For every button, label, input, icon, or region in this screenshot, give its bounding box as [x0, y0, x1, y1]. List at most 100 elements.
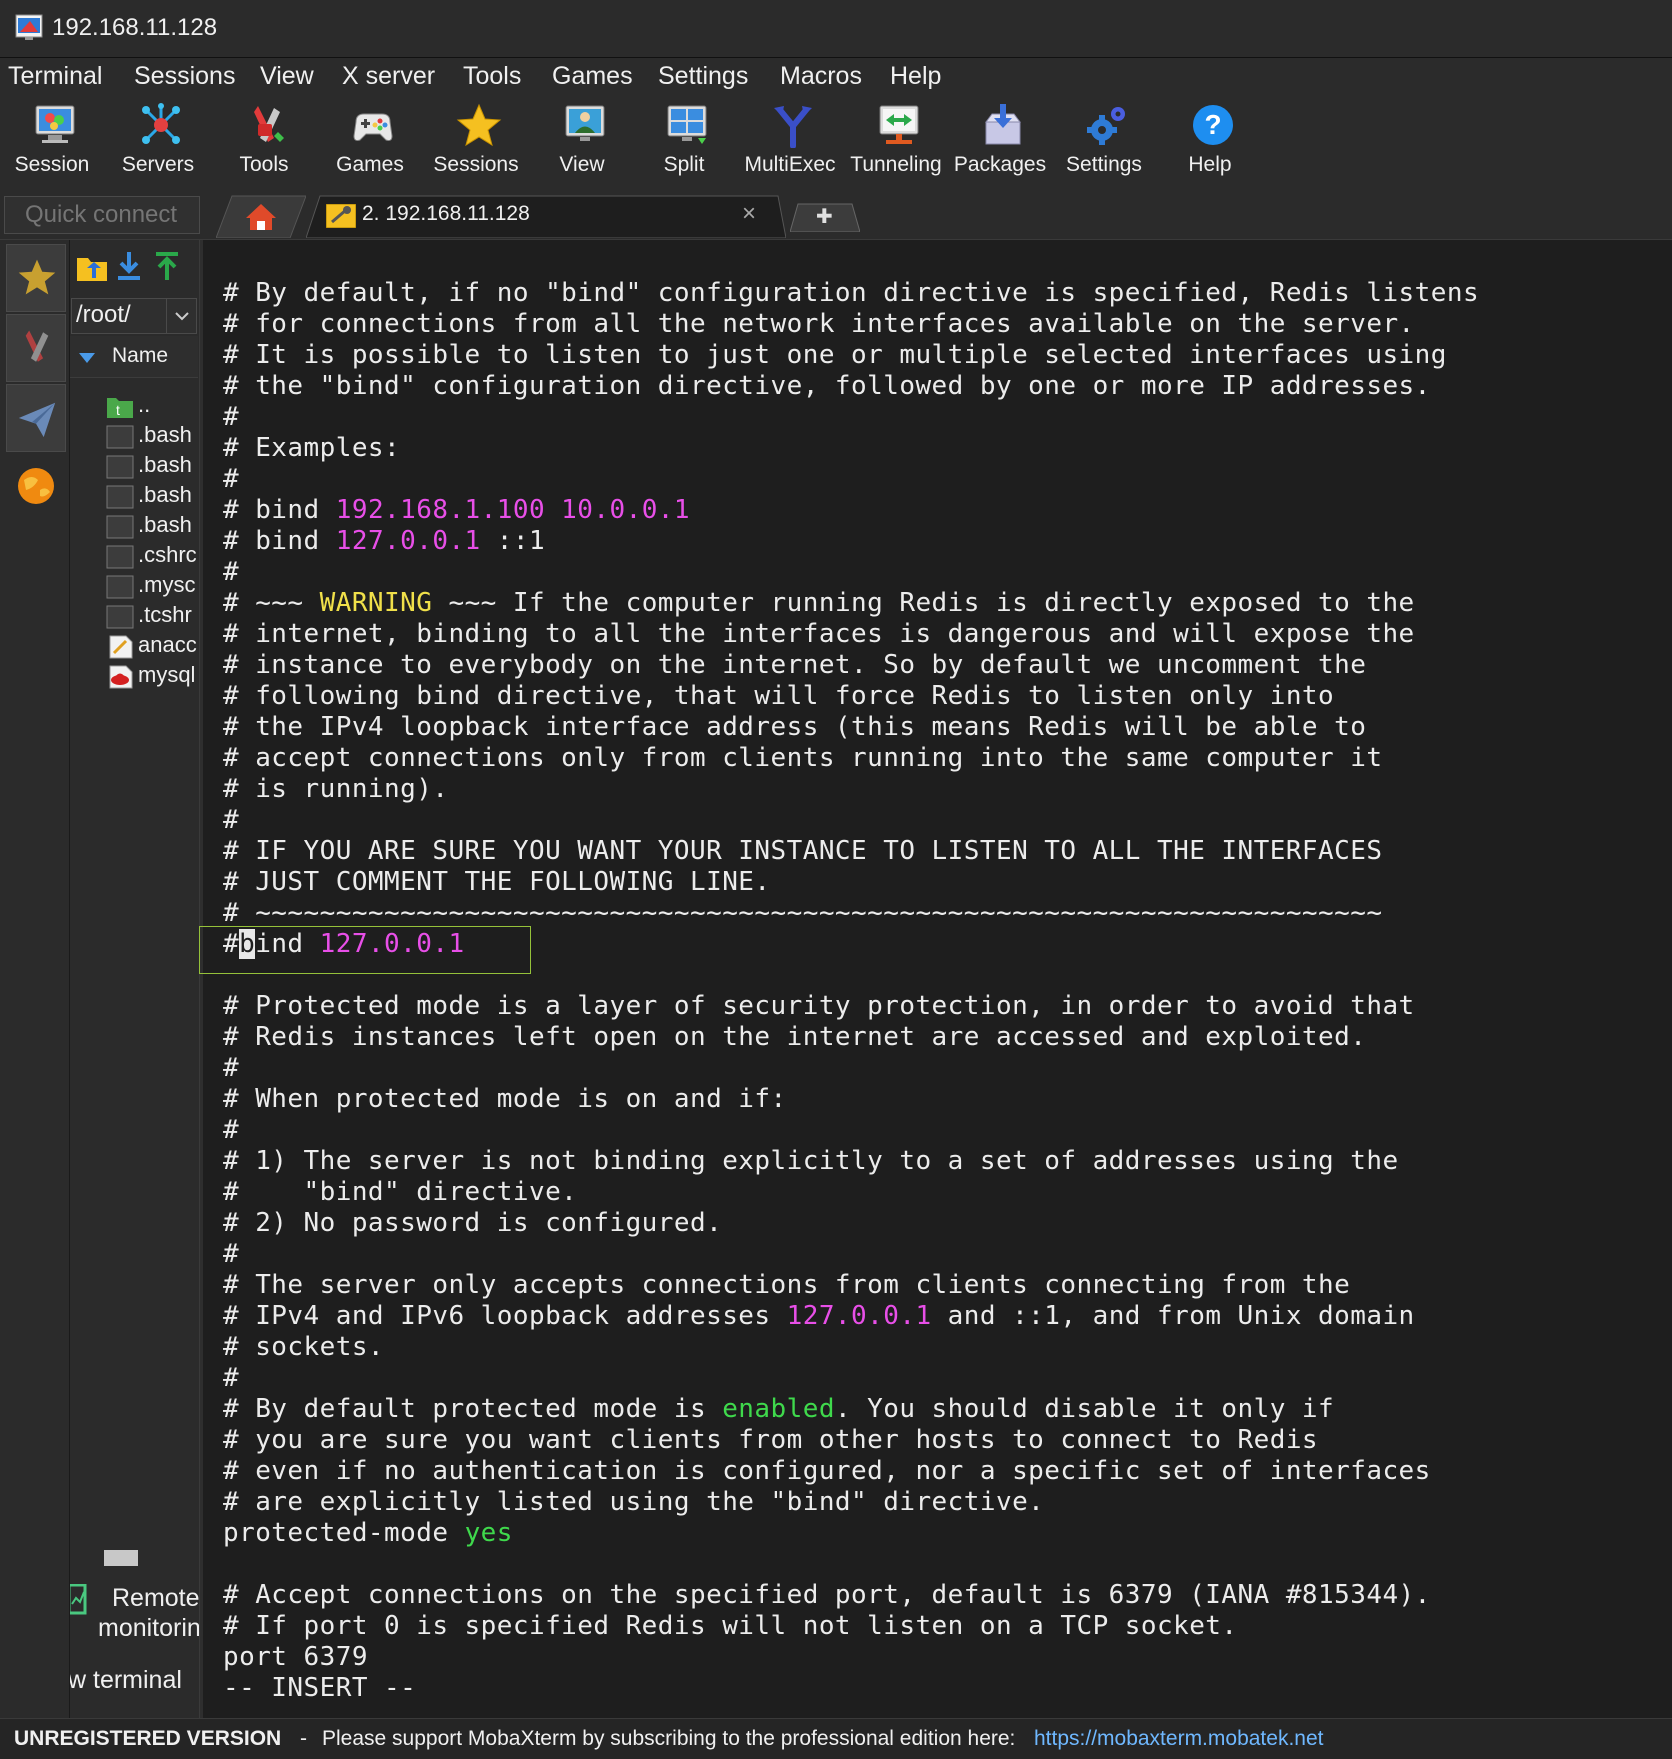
view-button[interactable]: View — [532, 98, 632, 188]
monitor-indicator-icon — [104, 1550, 138, 1566]
file-name: mysql — [138, 662, 196, 687]
file-list-item[interactable]: mysql — [106, 662, 199, 692]
packages-button[interactable]: Packages — [950, 98, 1050, 188]
tools-sidebar-button[interactable] — [6, 314, 66, 382]
terminal-line: # Accept connections on the specified po… — [223, 1580, 1479, 1611]
terminal-text-segment: # — [223, 1053, 240, 1083]
quick-connect-input[interactable] — [4, 196, 200, 234]
menu-settings[interactable]: Settings — [658, 62, 748, 91]
tab-session-192-168-11-128[interactable]: 2. 192.168.11.128 × — [306, 194, 786, 238]
file-list-item[interactable]: .bash — [106, 512, 199, 542]
sftp-file-browser: /root/ Name t .. .bash .bash .bash .bash… — [70, 240, 200, 1718]
terminal-text-segment: # are explicitly listed using the "bind"… — [223, 1487, 1045, 1517]
new-tab-button[interactable]: ✚ — [790, 202, 860, 232]
terminal-text-segment: # is running). — [223, 774, 449, 804]
terminal-line: # JUST COMMENT THE FOLLOWING LINE. — [223, 867, 1479, 898]
path-dropdown-chevron-icon[interactable] — [166, 299, 196, 333]
sort-caret-down-icon — [79, 353, 95, 363]
terminal-text-segment: # — [223, 805, 240, 835]
file-list-item[interactable]: .mysc — [106, 572, 199, 602]
sessions-sidebar-button[interactable] — [6, 244, 66, 312]
follow-terminal-folder-label[interactable]: w terminal — [70, 1666, 182, 1695]
title-bar: 192.168.11.128 — [0, 0, 1672, 58]
tunneling-button[interactable]: Tunneling — [846, 98, 946, 188]
sessions-button[interactable]: Sessions — [426, 98, 526, 188]
help-button[interactable]: ? Help — [1160, 98, 1260, 188]
session-icon — [35, 105, 75, 143]
menu-tools[interactable]: Tools — [463, 62, 521, 91]
plus-icon: ✚ — [816, 206, 833, 228]
terminal-line: # 2) No password is configured. — [223, 1208, 1479, 1239]
terminal-text-segment: . You should disable it only if — [834, 1394, 1335, 1424]
upload-icon[interactable] — [154, 250, 180, 282]
terminal-line: protected-mode yes — [223, 1518, 1479, 1549]
menu-sessions[interactable]: Sessions — [134, 62, 235, 91]
file-icon — [106, 485, 134, 509]
file-list-item[interactable]: .tcshr — [106, 602, 199, 632]
terminal-line: # The server only accepts connections fr… — [223, 1270, 1479, 1301]
name-column-label: Name — [112, 344, 169, 367]
menu-x-server[interactable]: X server — [342, 62, 435, 91]
terminal-text-segment: # 1) The server is not binding explicitl… — [223, 1146, 1399, 1176]
terminal-line: # — [223, 464, 1479, 495]
download-icon[interactable] — [116, 250, 142, 282]
mobaxterm-window: 192.168.11.128 Terminal Sessions View X … — [0, 0, 1672, 1759]
file-list-item[interactable]: t .. — [106, 392, 199, 422]
terminal-text-segment: # instance to everybody on the internet.… — [223, 650, 1367, 680]
file-list-item[interactable]: .bash — [106, 452, 199, 482]
file-name: .. — [138, 392, 151, 417]
terminal-text-segment: # JUST COMMENT THE FOLLOWING LINE. — [223, 867, 771, 897]
session-button[interactable]: Session — [2, 98, 102, 188]
remote-monitoring-panel: Remote monitorin w terminal — [70, 1540, 199, 1718]
split-button[interactable]: Split — [634, 98, 734, 188]
terminal-text-segment: # internet, binding to all the interface… — [223, 619, 1415, 649]
support-message: Please support MobaXterm by subscribing … — [322, 1727, 1016, 1750]
terminal-line: # following bind directive, that will fo… — [223, 681, 1479, 712]
menu-games[interactable]: Games — [552, 62, 633, 91]
name-column-header[interactable]: Name — [70, 336, 198, 378]
terminal-text-segment: # the IPv4 loopback interface address (t… — [223, 712, 1367, 742]
terminal-pane[interactable]: # By default, if no "bind" configuration… — [199, 240, 1672, 1718]
terminal-line: # By default, if no "bind" configuration… — [223, 278, 1479, 309]
file-list-item[interactable]: anacc — [106, 632, 199, 662]
menu-terminal[interactable]: Terminal — [8, 62, 102, 91]
games-button[interactable]: Games — [320, 98, 420, 188]
terminal-text-segment: ind — [255, 929, 320, 959]
tools-sidebar-icon — [25, 330, 49, 362]
terminal-text-segment: # Accept connections on the specified po… — [223, 1580, 1431, 1610]
remote-path-field[interactable]: /root/ — [71, 298, 197, 334]
remote-monitoring-icon[interactable] — [70, 1584, 88, 1618]
terminal-text-segment: 127.0.0.1 — [319, 929, 465, 959]
tunneling-icon — [879, 105, 919, 144]
remote-monitoring-label-line1[interactable]: Remote — [112, 1584, 199, 1613]
settings-button[interactable]: Settings — [1054, 98, 1154, 188]
terminal-text-segment: and ::1, and from Unix domain — [931, 1301, 1415, 1331]
terminal-text-segment: # By default protected mode is — [223, 1394, 723, 1424]
terminal-line: # is running). — [223, 774, 1479, 805]
file-list-item[interactable]: .bash — [106, 482, 199, 512]
menu-macros[interactable]: Macros — [780, 62, 862, 91]
home-tab[interactable] — [215, 194, 307, 239]
mobaxterm-website-link[interactable]: https://mobaxterm.mobatek.net — [1034, 1727, 1323, 1751]
terminal-line: # 1) The server is not binding explicitl… — [223, 1146, 1479, 1177]
tools-button[interactable]: Tools — [214, 98, 314, 188]
terminal-line: # internet, binding to all the interface… — [223, 619, 1479, 650]
terminal-line: # It is possible to listen to just one o… — [223, 340, 1479, 371]
sftp-sidebar-button[interactable] — [6, 384, 66, 452]
remote-monitoring-label-line2[interactable]: monitorin — [98, 1614, 199, 1643]
terminal-line: # instance to everybody on the internet.… — [223, 650, 1479, 681]
menu-help[interactable]: Help — [890, 62, 941, 91]
home-tab-shape — [215, 195, 307, 239]
terminal-line: # bind 127.0.0.1 ::1 — [223, 526, 1479, 557]
terminal-text-segment: # IPv4 and IPv6 loopback addresses — [223, 1301, 787, 1331]
terminal-output[interactable]: # By default, if no "bind" configuration… — [223, 278, 1479, 1704]
close-tab-icon[interactable]: × — [742, 200, 756, 228]
macros-sidebar-button[interactable] — [6, 454, 66, 522]
file-list-item[interactable]: .bash — [106, 422, 199, 452]
servers-button[interactable]: Servers — [108, 98, 208, 188]
terminal-line: # — [223, 1053, 1479, 1084]
multiexec-button[interactable]: MultiExec — [740, 98, 840, 188]
parent-folder-icon[interactable] — [76, 254, 108, 282]
file-list-item[interactable]: .cshrc — [106, 542, 199, 572]
menu-view[interactable]: View — [260, 62, 314, 91]
